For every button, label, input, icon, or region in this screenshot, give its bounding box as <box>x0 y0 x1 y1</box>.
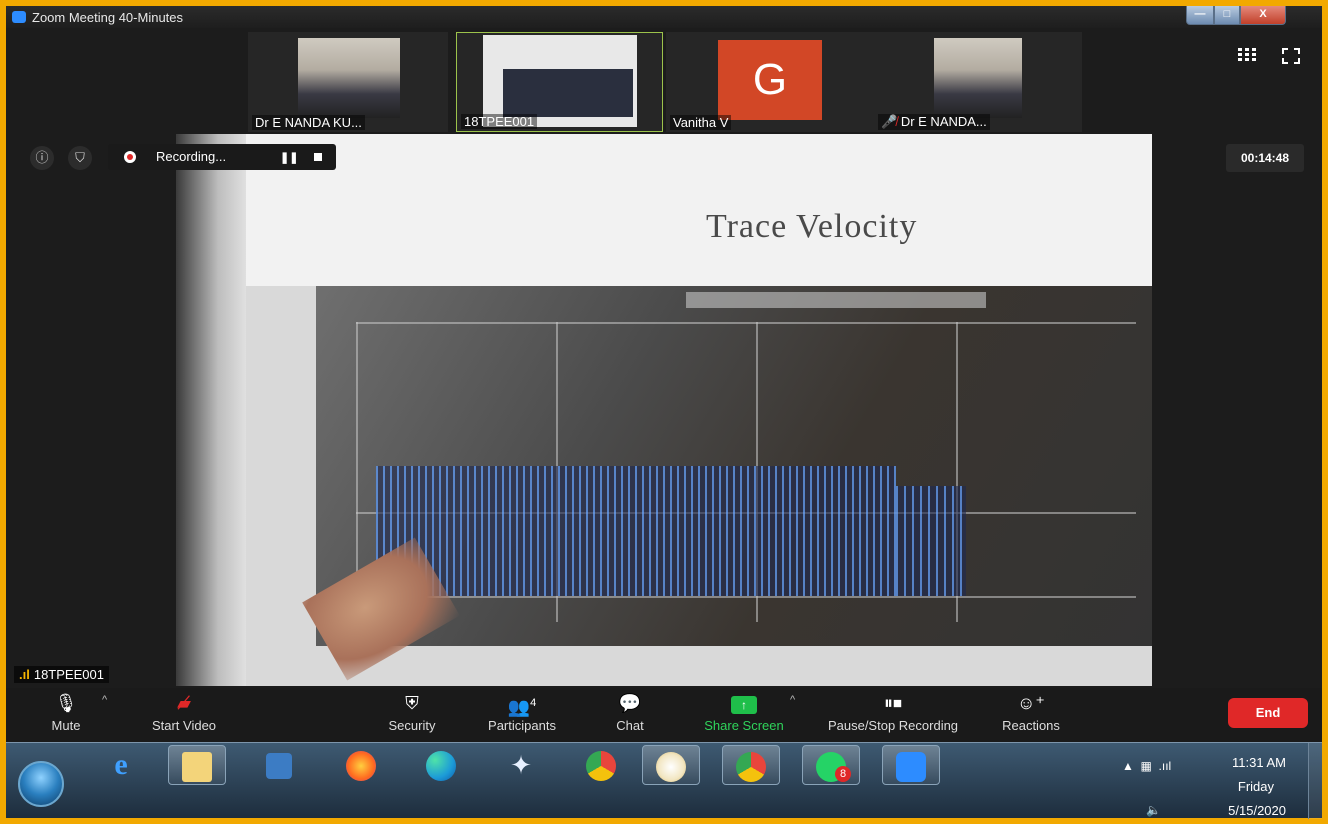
dropbox-icon[interactable]: ✦ <box>492 745 550 785</box>
participant-thumbnail[interactable]: 18TPEE001 <box>456 32 663 132</box>
share-options-caret-icon[interactable]: ^ <box>790 694 795 706</box>
reactions-button[interactable]: ☺⁺ Reactions <box>996 692 1066 733</box>
participants-label: Participants <box>488 718 556 733</box>
whatsapp-icon[interactable]: 8 <box>802 745 860 785</box>
meeting-toolbar: 🎙 Mute ^ ▰̸ Start Video ⛨ Security 👥4 Pa… <box>6 688 1322 742</box>
minimize-button[interactable]: — <box>1186 6 1214 25</box>
maximize-button[interactable]: □ <box>1214 6 1240 25</box>
pause-stop-icon: ⏸⏹ <box>884 693 902 713</box>
window-title: Zoom Meeting 40-Minutes <box>32 10 184 25</box>
participant-video <box>298 38 400 118</box>
file-explorer-icon[interactable] <box>168 745 226 785</box>
monitor-header <box>686 292 986 308</box>
participant-name: 18TPEE001 <box>461 114 538 129</box>
reactions-label: Reactions <box>1002 718 1060 733</box>
clock-date: 5/15/2020 <box>1228 803 1286 818</box>
end-meeting-button[interactable]: End <box>1228 698 1308 728</box>
clock-day: Friday <box>1237 779 1274 794</box>
participant-name: Dr E NANDA KU... <box>252 115 365 130</box>
close-button[interactable]: X <box>1240 6 1286 25</box>
zoom-app-icon <box>12 11 26 23</box>
main-video: Trace Velocity <box>176 134 1152 686</box>
pause-recording-icon[interactable]: ❚❚ <box>280 151 298 164</box>
pause-stop-recording-label: Pause/Stop Recording <box>827 718 959 733</box>
start-video-button[interactable]: ▰̸ Start Video <box>144 692 224 733</box>
participants-button[interactable]: 👥4 Participants <box>480 692 564 733</box>
stop-recording-icon[interactable] <box>314 153 322 161</box>
shield-icon: ⛨ <box>405 693 419 713</box>
firefox-icon[interactable] <box>332 745 390 785</box>
chat-label: Chat <box>616 718 644 733</box>
gallery-view-icon[interactable] <box>1238 48 1256 62</box>
windows-taskbar: e ✦ 8 ▲ ▦ .ııl 11:31 AM Friday 🔈 5/15/20… <box>6 742 1322 819</box>
tray-icons[interactable]: ▲ ▦ .ııl <box>1122 759 1171 773</box>
screen-frame: Zoom Meeting 40-Minutes — □ X Dr E NANDA… <box>0 0 1328 824</box>
microphone-icon: 🎙 <box>54 693 78 713</box>
fullscreen-icon[interactable] <box>1282 48 1300 64</box>
pause-stop-recording-button[interactable]: ⏸⏹ Pause/Stop Recording <box>818 692 968 733</box>
recording-dot-icon <box>124 151 136 163</box>
security-button[interactable]: ⛨ Security <box>382 692 442 733</box>
paint-icon[interactable] <box>642 745 700 785</box>
share-screen-icon: ↑ <box>696 692 792 714</box>
share-screen-label: Share Screen <box>704 718 784 733</box>
notification-badge: 8 <box>835 766 851 782</box>
system-tray: ▲ ▦ .ııl 11:31 AM Friday 🔈 5/15/2020 <box>1102 743 1322 819</box>
participant-thumbnail[interactable]: G Vanitha V <box>666 32 874 132</box>
edge-icon[interactable] <box>412 745 470 785</box>
shield-icon[interactable]: ⛉ <box>68 146 92 170</box>
active-speaker-label: .ıl 18TPEE001 <box>14 666 109 683</box>
chrome-profile-icon[interactable] <box>722 745 780 785</box>
participant-name-row: 🎤̸ Dr E NANDA... <box>878 114 990 130</box>
emoji-add-icon: ☺⁺ <box>1017 693 1045 713</box>
participant-name: Vanitha V <box>670 115 732 130</box>
participant-thumbnail[interactable]: Dr E NANDA KU... <box>248 32 448 132</box>
title-bar: Zoom Meeting 40-Minutes — □ X <box>6 6 1322 28</box>
zoom-icon[interactable] <box>882 745 940 785</box>
participant-thumbnail[interactable]: 🎤̸ Dr E NANDA... <box>874 32 1082 132</box>
volume-icon[interactable]: 🔈 <box>1146 803 1161 817</box>
participant-avatar: G <box>718 40 822 120</box>
recording-label: Recording... <box>156 149 227 164</box>
show-desktop-button[interactable] <box>1308 743 1322 819</box>
video-off-icon: ▰̸ <box>177 693 191 713</box>
signal-bars-icon: .ıl <box>19 667 30 682</box>
participant-video <box>934 38 1022 118</box>
speaker-name: 18TPEE001 <box>33 667 104 682</box>
chat-icon: 💬 <box>618 693 642 713</box>
meeting-timer: 00:14:48 <box>1226 144 1304 172</box>
slide-area <box>236 134 1152 286</box>
start-video-label: Start Video <box>151 718 217 733</box>
background-wall <box>176 134 246 686</box>
chrome-icon[interactable] <box>572 745 630 785</box>
recording-bar: Recording... ❚❚ <box>108 144 336 170</box>
share-screen-button[interactable]: ↑ Share Screen <box>696 692 792 733</box>
participant-name: Dr E NANDA... <box>900 114 987 129</box>
media-player-icon[interactable] <box>250 745 308 785</box>
mute-label: Mute <box>51 718 81 733</box>
start-button[interactable] <box>18 761 64 807</box>
internet-explorer-icon[interactable]: e <box>92 745 150 785</box>
info-icon[interactable]: ⓘ <box>30 146 54 170</box>
participants-icon: 👥4 <box>507 697 537 717</box>
mic-muted-icon: 🎤̸ <box>881 114 898 129</box>
security-label: Security <box>388 718 436 733</box>
slide-title: Trace Velocity <box>706 208 918 245</box>
clock-time[interactable]: 11:31 AM <box>1232 755 1286 770</box>
mute-button[interactable]: 🎙 Mute <box>44 692 88 733</box>
chat-button[interactable]: 💬 Chat <box>610 692 650 733</box>
audio-options-caret-icon[interactable]: ^ <box>102 694 107 706</box>
zoom-window: Zoom Meeting 40-Minutes — □ X Dr E NANDA… <box>6 6 1322 742</box>
